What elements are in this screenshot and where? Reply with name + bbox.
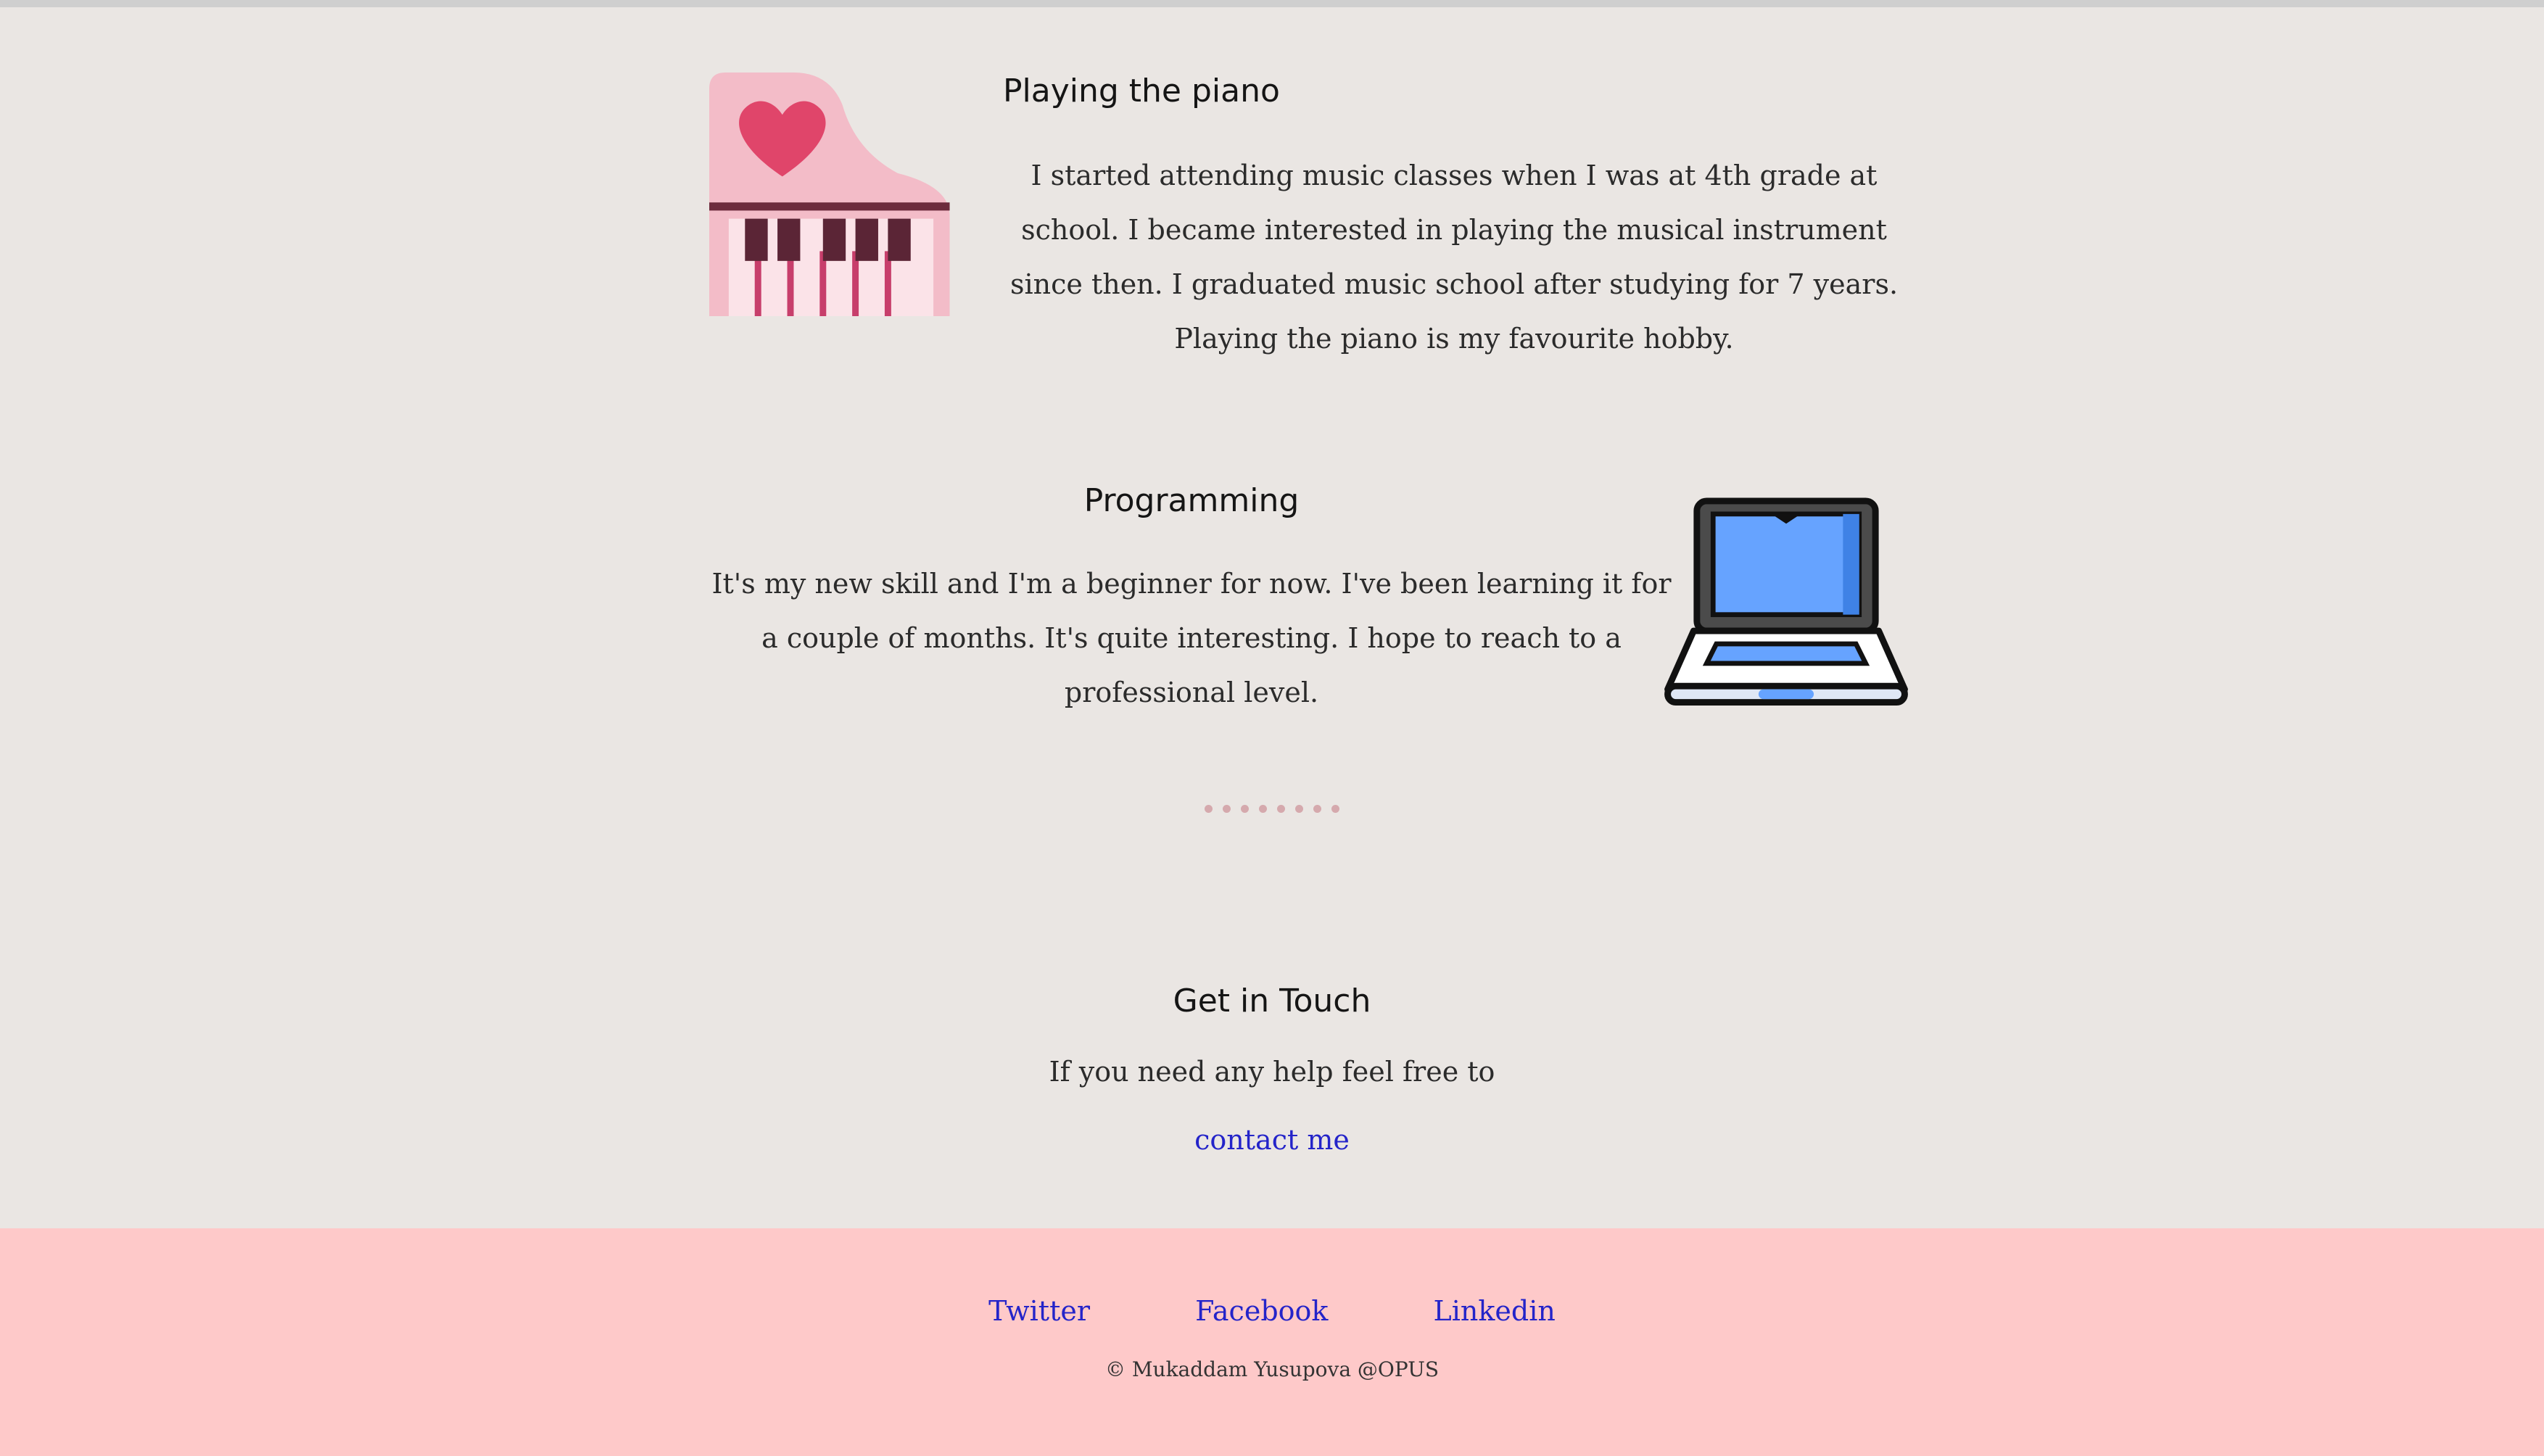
hobby-description: It's my new skill and I'm a beginner for… [711, 568, 1672, 708]
divider-dot [1331, 805, 1339, 813]
hobby-title: Playing the piano [1003, 73, 1280, 109]
laptop-icon [1664, 497, 1908, 706]
contact-text: If you need any help feel free to [1049, 1056, 1495, 1088]
hobby-description: I started attending music classes when I… [1009, 160, 1899, 355]
page: Playing the piano I started attending mu… [0, 0, 2544, 1456]
contact-title: Get in Touch [1173, 983, 1371, 1019]
section-divider [0, 805, 2544, 813]
linkedin-link[interactable]: Linkedin [1434, 1295, 1556, 1327]
facebook-link[interactable]: Facebook [1195, 1295, 1328, 1327]
top-border [0, 0, 2544, 7]
divider-dot [1259, 805, 1267, 813]
hobby-title: Programming [1083, 482, 1300, 519]
social-links: Twitter Facebook Linkedin [0, 1295, 2544, 1327]
contact-section: Get in Touch If you need any help feel f… [0, 983, 2544, 1156]
contact-me-link[interactable]: contact me [1194, 1124, 1350, 1156]
copyright-text: © Mukaddam Yusupova @OPUS [1104, 1357, 1440, 1381]
piano-heart-icon [709, 73, 950, 316]
twitter-link[interactable]: Twitter [988, 1295, 1090, 1327]
divider-dot [1295, 805, 1303, 813]
divider-dot [1277, 805, 1285, 813]
divider-dot [1205, 805, 1213, 813]
divider-dot [1241, 805, 1249, 813]
footer: Twitter Facebook Linkedin © Mukaddam Yus… [0, 1228, 2544, 1456]
divider-dot [1313, 805, 1321, 813]
divider-dot [1223, 805, 1231, 813]
